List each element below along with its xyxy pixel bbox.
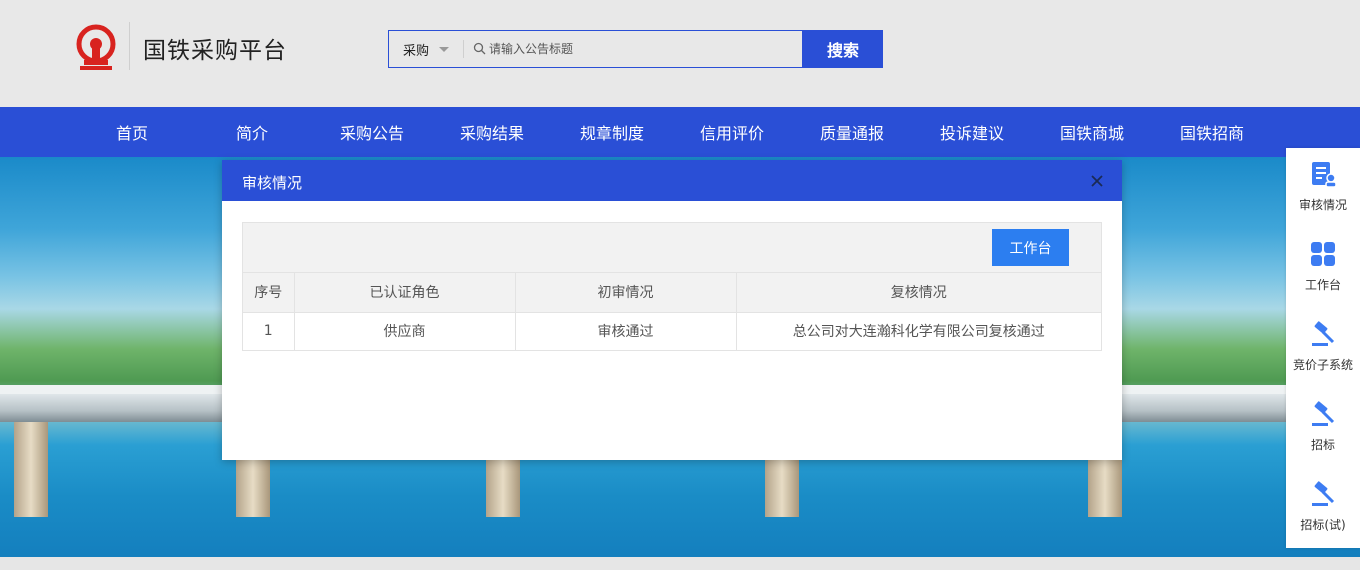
main-nav: 首页 简介 采购公告 采购结果 规章制度 信用评价 质量通报 投诉建议 国铁商城… [0,107,1360,157]
search-category-select[interactable]: 采购 [389,31,463,67]
nav-item-intro[interactable]: 简介 [192,107,312,157]
cell-initial-review: 审核通过 [515,312,737,350]
sidebar-item-label: 工作台 [1304,278,1341,292]
audit-table: 序号 已认证角色 初审情况 复核情况 1 供应商 审核通过 总公司对大连瀚科化学… [243,273,1101,350]
sidebar-item-label: 招标 [1310,438,1335,452]
cell-role: 供应商 [294,312,516,350]
nav-item-investment[interactable]: 国铁招商 [1152,107,1272,157]
search-icon [473,42,486,55]
sidebar-item-workbench[interactable]: 工作台 [1286,228,1360,308]
column-header-role: 已认证角色 [294,273,516,313]
close-icon[interactable] [1088,172,1106,190]
audit-panel: 工作台 序号 已认证角色 初审情况 复核情况 1 供应商 审核通过 总公司对大连… [242,222,1102,351]
cell-re-review: 总公司对大连瀚科化学有限公司复核通过 [792,324,1045,341]
table-row: 1 供应商 审核通过 总公司对大连瀚科化学有限公司复核通过 [243,312,1101,350]
panel-toolbar: 工作台 [243,223,1101,273]
site-title[interactable]: 国铁采购平台 [143,31,287,65]
site-header: 国铁采购平台 采购 搜索 [0,0,1360,107]
nav-item-regulations[interactable]: 规章制度 [552,107,672,157]
footer-strip [0,557,1360,570]
search-button[interactable]: 搜索 [803,30,883,68]
nav-item-complaints[interactable]: 投诉建议 [912,107,1032,157]
nav-item-procurement-result[interactable]: 采购结果 [432,107,552,157]
table-header-row: 序号 已认证角色 初审情况 复核情况 [243,273,1101,313]
sidebar-item-label: 竞价子系统 [1292,358,1353,372]
column-header-re-review: 复核情况 [736,273,1101,313]
sidebar-item-audit[interactable]: 审核情况 [1286,148,1360,228]
gavel-icon [1312,401,1335,426]
sidebar-item-bidding-subsystem[interactable]: 竞价子系统 [1286,308,1360,388]
grid-icon [1311,242,1335,266]
nav-item-mall[interactable]: 国铁商城 [1032,107,1152,157]
modal-title: 审核情况 [242,174,303,192]
railway-logo-icon[interactable] [74,24,118,72]
right-sidebar: 审核情况 工作台 竞价子系统 招标 招标(试) [1286,148,1360,548]
nav-item-quality-report[interactable]: 质量通报 [792,107,912,157]
sidebar-item-label: 审核情况 [1298,198,1347,212]
gavel-icon [1312,481,1335,506]
search-category-label: 采购 [403,43,430,59]
chevron-down-icon [439,46,450,52]
gavel-icon [1312,321,1335,346]
search-box: 采购 [388,30,803,68]
search-input[interactable] [489,36,789,62]
workbench-button[interactable]: 工作台 [992,229,1069,266]
audit-modal: 审核情况 工作台 序号 已认证角色 初审情况 复核情况 1 供应商 审核通过 总… [222,160,1122,460]
sidebar-item-tender-trial[interactable]: 招标(试) [1286,468,1360,548]
logo-divider [129,22,130,70]
column-header-index: 序号 [243,273,295,313]
search-divider [463,40,464,58]
modal-header: 审核情况 [222,160,1122,201]
nav-item-home[interactable]: 首页 [72,107,192,157]
sidebar-item-label: 招标(试) [1300,518,1346,532]
column-header-initial-review: 初审情况 [515,273,737,313]
bridge-pier [14,422,48,517]
sidebar-item-tender[interactable]: 招标 [1286,388,1360,468]
cell-index: 1 [243,312,295,350]
audit-doc-icon [1312,162,1337,188]
nav-item-credit-evaluation[interactable]: 信用评价 [672,107,792,157]
nav-item-procurement-notice[interactable]: 采购公告 [312,107,432,157]
